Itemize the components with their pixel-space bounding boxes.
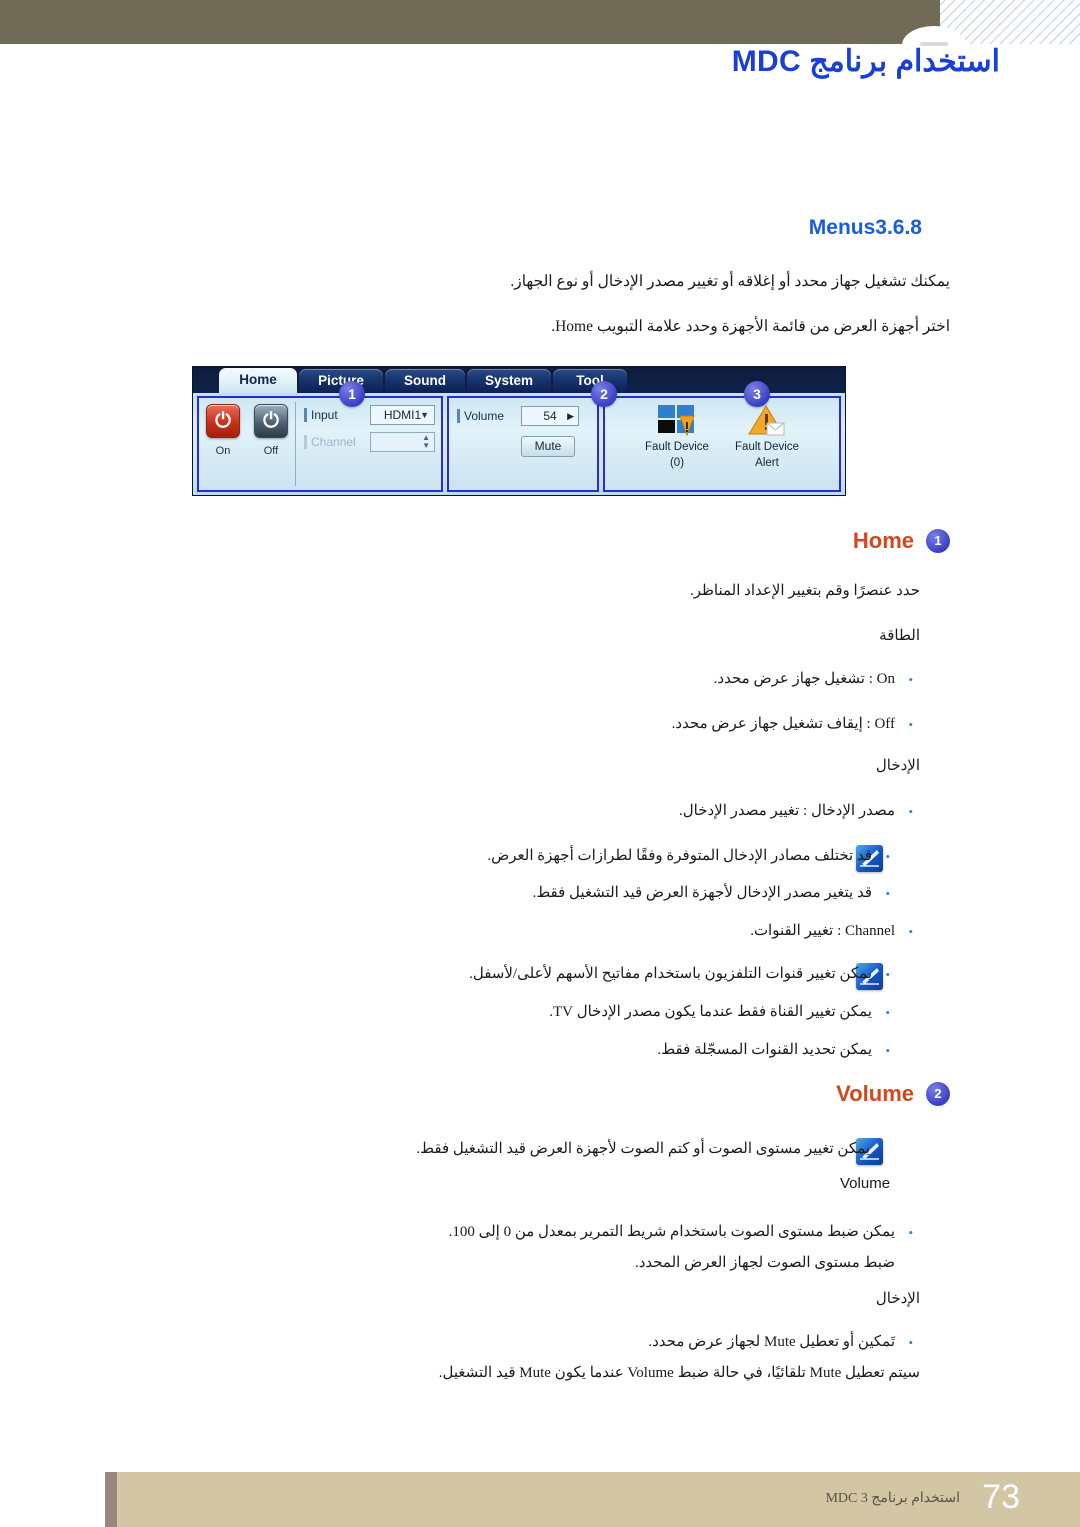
tab-home-label: Home <box>239 372 277 387</box>
fault-device-count: (0) <box>669 457 685 470</box>
chevron-down-icon: ▼ <box>420 410 429 420</box>
input-section-title: الإدخال <box>875 758 920 774</box>
input-row: Input HDMI1 ▼ <box>304 405 435 425</box>
fault-alert-label: Fault Device <box>735 441 799 453</box>
callout-badge-3: 3 <box>744 381 770 407</box>
volume-controls: Volume 54 ▶ Mute <box>449 398 597 457</box>
section-title: Menus <box>808 216 876 239</box>
input-note-2: قد يتغير مصدر الإدخال لأجهزة العرض قيد ا… <box>312 882 890 905</box>
home-heading: Home 1 <box>853 528 950 554</box>
tab-home[interactable]: Home <box>219 368 297 393</box>
channel-label: Channel <box>304 435 370 449</box>
volume-caption: Volume <box>840 1175 891 1192</box>
input-fields: Input HDMI1 ▼ Channel ▲ ▼ <box>296 398 441 490</box>
mute-button[interactable]: Mute <box>521 436 575 457</box>
volume-value-box[interactable]: 54 ▶ <box>521 406 579 426</box>
power-on-item[interactable]: ⏻ On <box>206 404 240 490</box>
chevron-right-icon[interactable]: ▶ <box>567 411 574 422</box>
power-off-icon[interactable]: ⏻ <box>254 404 288 438</box>
power-off-item[interactable]: ⏻ Off <box>254 404 288 490</box>
volume-input-title: الإدخال <box>875 1291 920 1307</box>
volume-heading: Volume 2 <box>836 1081 950 1107</box>
section-intro-2: اختر أجهزة العرض من قائمة الأجهزة وحدد ع… <box>551 318 950 335</box>
volume-badge: 2 <box>926 1082 950 1106</box>
channel-note-5: يمكن تحديد القنوات المسجّلة فقط. <box>312 1039 890 1062</box>
volume-heading-label: Volume <box>836 1081 914 1106</box>
tab-sound[interactable]: Sound <box>385 369 465 393</box>
footer-page-number: 73 <box>982 1478 1020 1516</box>
fault-alert-item[interactable]: Fault Device Alert <box>725 404 809 470</box>
tab-system-label: System <box>484 373 534 388</box>
fault-device-item[interactable]: Fault Device (0) <box>635 404 719 470</box>
home-description: حدد عنصرًا وقم بتغيير الإعداد المناظر. <box>689 583 920 599</box>
power-on-icon[interactable]: ⏻ <box>206 404 240 438</box>
section-number: 3.6.8 <box>875 216 922 239</box>
fault-device-group: Fault Device (0) Fault Device Alert <box>603 396 841 492</box>
power-input-group: ⏻ On ⏻ Off Input HDMI1 ▼ Channel ▲ ▼ <box>197 396 443 492</box>
tab-sound-label: Sound <box>404 373 446 388</box>
input-label: Input <box>304 408 370 422</box>
volume-label: Volume <box>457 409 515 423</box>
spinner-down-icon[interactable]: ▼ <box>422 442 430 450</box>
header-bar <box>0 0 940 44</box>
volume-note: يمكن تغيير مستوى الصوت أو كتم الصوت لأجه… <box>416 1141 870 1157</box>
volume-value: 54 <box>543 409 557 423</box>
fault-alert-icon <box>747 404 787 438</box>
callout-badge-1: 1 <box>339 381 365 407</box>
channel-stepper[interactable]: ▲ ▼ <box>370 432 435 452</box>
volume-sub-1: ضبط مستوى الصوت لجهاز العرض المحدد. <box>634 1255 895 1271</box>
section-heading: Menus3.6.8 <box>530 216 950 240</box>
fault-items: Fault Device (0) Fault Device Alert <box>605 398 839 470</box>
power-buttons: ⏻ On ⏻ Off <box>199 398 295 490</box>
channel-note-4: يمكن تغيير القناة فقط عندما يكون مصدر ال… <box>312 1001 890 1024</box>
fault-device-label: Fault Device <box>645 441 709 453</box>
input-select[interactable]: HDMI1 ▼ <box>370 405 435 425</box>
volume-bullet-1: يمكن ضبط مستوى الصوت باستخدام شريط التمر… <box>265 1221 913 1244</box>
tab-system[interactable]: System <box>467 369 551 393</box>
home-heading-label: Home <box>852 528 914 553</box>
input-source-bullet: مصدر الإدخال : تغيير مصدر الإدخال. <box>265 800 913 823</box>
home-badge: 1 <box>926 529 950 553</box>
section-intro-1: يمكنك تشغيل جهاز محدد أو إغلاقه أو تغيير… <box>510 273 950 290</box>
power-off-label: Off <box>263 445 279 457</box>
power-on-label: On <box>215 445 231 457</box>
input-note-1: قد تختلف مصادر الإدخال المتوفرة وفقًا لط… <box>312 845 890 868</box>
channel-row: Channel ▲ ▼ <box>304 432 435 452</box>
footer-text: استخدام برنامج MDC 3 <box>825 1491 960 1506</box>
volume-row: Volume 54 ▶ <box>457 406 589 426</box>
power-on-bullet: On : تشغيل جهاز عرض محدد. <box>265 668 913 691</box>
channel-note-3: يمكن تغيير قنوات التلفزيون باستخدام مفات… <box>312 963 890 986</box>
volume-group: Volume 54 ▶ Mute <box>447 396 599 492</box>
power-off-bullet: Off : إيقاف تشغيل جهاز عرض محدد. <box>265 713 913 736</box>
footer-tab-decoration <box>105 1472 117 1527</box>
fault-alert-label2: Alert <box>755 457 779 470</box>
volume-sub-2: سيتم تعطيل Mute تلقائيًا، في حالة ضبط Vo… <box>438 1365 920 1381</box>
callout-badge-2: 2 <box>591 381 617 407</box>
input-value: HDMI1 <box>383 408 422 422</box>
channel-bullet: Channel : تغيير القنوات. <box>265 920 913 943</box>
fault-device-icon <box>656 404 698 438</box>
volume-bullet-2: تَمكين أو تعطيل Mute لجهاز عرض محدد. <box>265 1331 913 1354</box>
power-section-title: الطاقة <box>879 628 920 644</box>
mdc-home-panel: ⏻ On ⏻ Off Input HDMI1 ▼ Channel ▲ ▼ Vol… <box>193 393 845 495</box>
mdc-app-screenshot: Home Picture Sound System Tool 1 2 3 ⏻ O… <box>193 367 845 495</box>
page-title: استخدام برنامج MDC <box>731 45 1000 78</box>
